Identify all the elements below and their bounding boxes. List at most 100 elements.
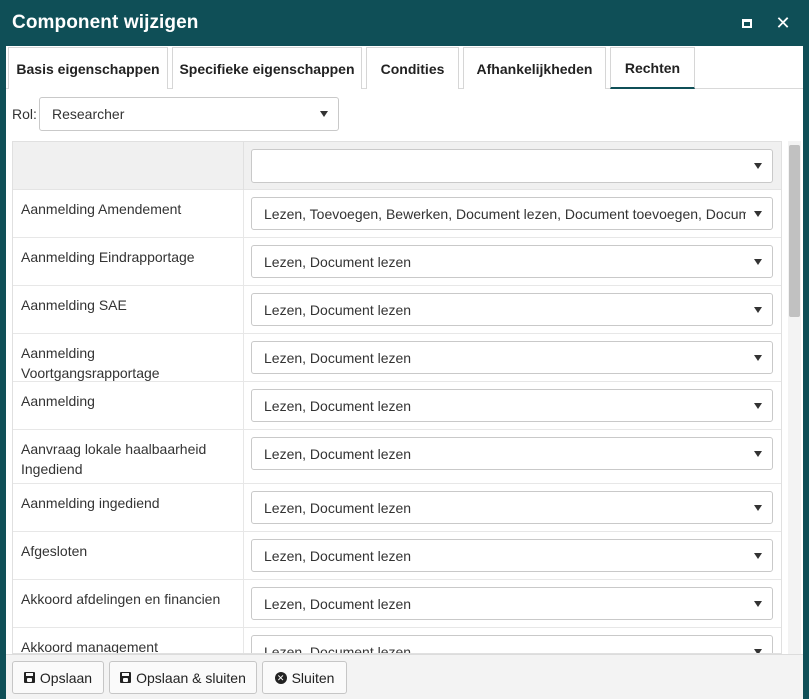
tab-label: Rechten — [624, 59, 681, 76]
rights-value: Lezen, Document lezen — [264, 547, 412, 564]
table-row: Aanmelding Eindrapportage Lezen, Documen… — [13, 238, 781, 286]
caret-down-icon — [754, 450, 762, 457]
rights-select[interactable]: Lezen, Document lezen — [251, 341, 773, 374]
caret-down-icon — [754, 552, 762, 559]
table-row: Aanmelding ingediend Lezen, Document lez… — [13, 484, 781, 532]
caret-down-icon — [754, 600, 762, 607]
role-select-value: Researcher — [52, 106, 125, 122]
rights-select[interactable]: Lezen, Document lezen — [251, 587, 773, 620]
rights-select[interactable]: Lezen, Document lezen — [251, 245, 773, 278]
floppy-disk-icon — [120, 672, 132, 683]
status-label: Aanmelding Eindrapportage — [21, 249, 195, 265]
close-dialog-button[interactable]: ✕ Sluiten — [262, 661, 347, 694]
table-row: Aanmelding Voortgangsrapportage Lezen, D… — [13, 334, 781, 382]
tab-label: Condities — [380, 60, 445, 77]
maximize-button[interactable] — [737, 13, 757, 33]
role-select[interactable]: Researcher — [39, 97, 339, 131]
column-divider — [243, 484, 244, 531]
table-row: Aanvraag lokale haalbaarheid Ingediend L… — [13, 430, 781, 484]
column-divider — [243, 334, 244, 381]
close-dialog-button-label: Sluiten — [291, 669, 335, 686]
tab-specifieke-eigenschappen[interactable]: Specifieke eigenschappen — [172, 47, 362, 89]
tab-label: Specifieke eigenschappen — [179, 60, 355, 77]
component-edit-dialog: Component wijzigen ✕ Basis eigenschappen… — [0, 0, 809, 699]
status-label: Aanmelding SAE — [21, 297, 127, 313]
header-filter-value — [264, 150, 746, 182]
rights-select[interactable]: Lezen, Document lezen — [251, 293, 773, 326]
caret-down-icon — [754, 210, 762, 217]
status-label: Aanmelding Voortgangsrapportage — [21, 345, 160, 381]
caret-down-icon — [754, 402, 762, 409]
rights-grid: Aanmelding Amendement Lezen, Toevoegen, … — [12, 141, 782, 654]
status-label: Aanmelding Amendement — [21, 201, 182, 217]
tab-rechten[interactable]: Rechten — [610, 47, 695, 89]
tab-basis-eigenschappen[interactable]: Basis eigenschappen — [8, 47, 168, 89]
column-divider — [243, 430, 244, 483]
save-and-close-button-label: Opslaan & sluiten — [136, 669, 246, 686]
column-divider — [243, 190, 244, 237]
rights-value: Lezen, Document lezen — [264, 397, 412, 414]
table-row: Aanmelding Amendement Lezen, Toevoegen, … — [13, 190, 781, 238]
column-divider — [243, 532, 244, 579]
table-row: Aanmelding Lezen, Document lezen — [13, 382, 781, 430]
rights-value: Lezen, Document lezen — [264, 595, 412, 612]
dialog-footer: Opslaan Opslaan & sluiten ✕ Sluiten — [6, 654, 803, 699]
floppy-disk-icon — [23, 672, 35, 683]
save-button[interactable]: Opslaan — [12, 661, 104, 694]
column-divider — [243, 580, 244, 627]
scrollbar-thumb[interactable] — [789, 145, 800, 317]
rights-select[interactable]: Lezen, Toevoegen, Bewerken, Document lez… — [251, 197, 773, 230]
dialog-titlebar: Component wijzigen ✕ — [0, 0, 809, 46]
table-row: Akkoord afdelingen en financien Lezen, D… — [13, 580, 781, 628]
caret-down-icon — [754, 354, 762, 361]
status-label: Afgesloten — [21, 543, 88, 559]
close-button[interactable]: ✕ — [773, 13, 793, 33]
table-row: Akkoord management Lezen, Document lezen — [13, 628, 781, 654]
tab-afhankelijkheden[interactable]: Afhankelijkheden — [463, 47, 606, 89]
rights-select[interactable]: Lezen, Document lezen — [251, 635, 773, 654]
caret-down-icon — [754, 163, 762, 169]
caret-down-icon — [754, 504, 762, 511]
dialog-body: Basis eigenschappen Specifieke eigenscha… — [6, 46, 803, 699]
caret-down-icon — [754, 258, 762, 265]
table-row: Aanmelding SAE Lezen, Document lezen — [13, 286, 781, 334]
column-divider — [243, 628, 244, 653]
tab-label: Basis eigenschappen — [16, 60, 160, 77]
rights-value: Lezen, Document lezen — [264, 349, 412, 366]
header-rights-filter-select[interactable] — [251, 149, 773, 183]
rights-select[interactable]: Lezen, Document lezen — [251, 491, 773, 524]
status-label: Akkoord afdelingen en financien — [21, 591, 221, 607]
status-label: Aanmelding ingediend — [21, 495, 160, 511]
tab-label: Afhankelijkheden — [476, 60, 593, 77]
tab-condities[interactable]: Condities — [366, 47, 459, 89]
rights-select[interactable]: Lezen, Document lezen — [251, 437, 773, 470]
rights-value: Lezen, Document lezen — [264, 253, 412, 270]
close-icon: ✕ — [775, 13, 791, 33]
column-divider — [243, 286, 244, 333]
grid-header — [13, 142, 781, 190]
status-label: Aanmelding — [21, 393, 95, 409]
table-row: Afgesloten Lezen, Document lezen — [13, 532, 781, 580]
dialog-title: Component wijzigen — [12, 12, 199, 33]
role-label: Rol: — [12, 106, 37, 122]
save-button-label: Opslaan — [39, 669, 93, 686]
status-label: Aanvraag lokale haalbaarheid Ingediend — [21, 441, 207, 477]
rights-value: Lezen, Toevoegen, Bewerken, Document lez… — [264, 205, 746, 222]
rights-value: Lezen, Document lezen — [264, 499, 412, 516]
status-label: Akkoord management — [21, 639, 158, 654]
maximize-icon — [742, 18, 752, 28]
rights-select[interactable]: Lezen, Document lezen — [251, 389, 773, 422]
rights-value: Lezen, Document lezen — [264, 445, 412, 462]
x-circle-icon: ✕ — [274, 671, 287, 684]
rights-value: Lezen, Document lezen — [264, 301, 412, 318]
caret-down-icon — [320, 111, 328, 117]
column-divider — [243, 238, 244, 285]
caret-down-icon — [754, 306, 762, 313]
vertical-scrollbar[interactable] — [788, 141, 801, 654]
save-and-close-button[interactable]: Opslaan & sluiten — [109, 661, 257, 694]
tab-bar: Basis eigenschappen Specifieke eigenscha… — [6, 46, 803, 89]
rights-select[interactable]: Lezen, Document lezen — [251, 539, 773, 572]
rights-value: Lezen, Document lezen — [264, 643, 412, 654]
column-divider — [243, 382, 244, 429]
column-divider — [243, 142, 244, 190]
